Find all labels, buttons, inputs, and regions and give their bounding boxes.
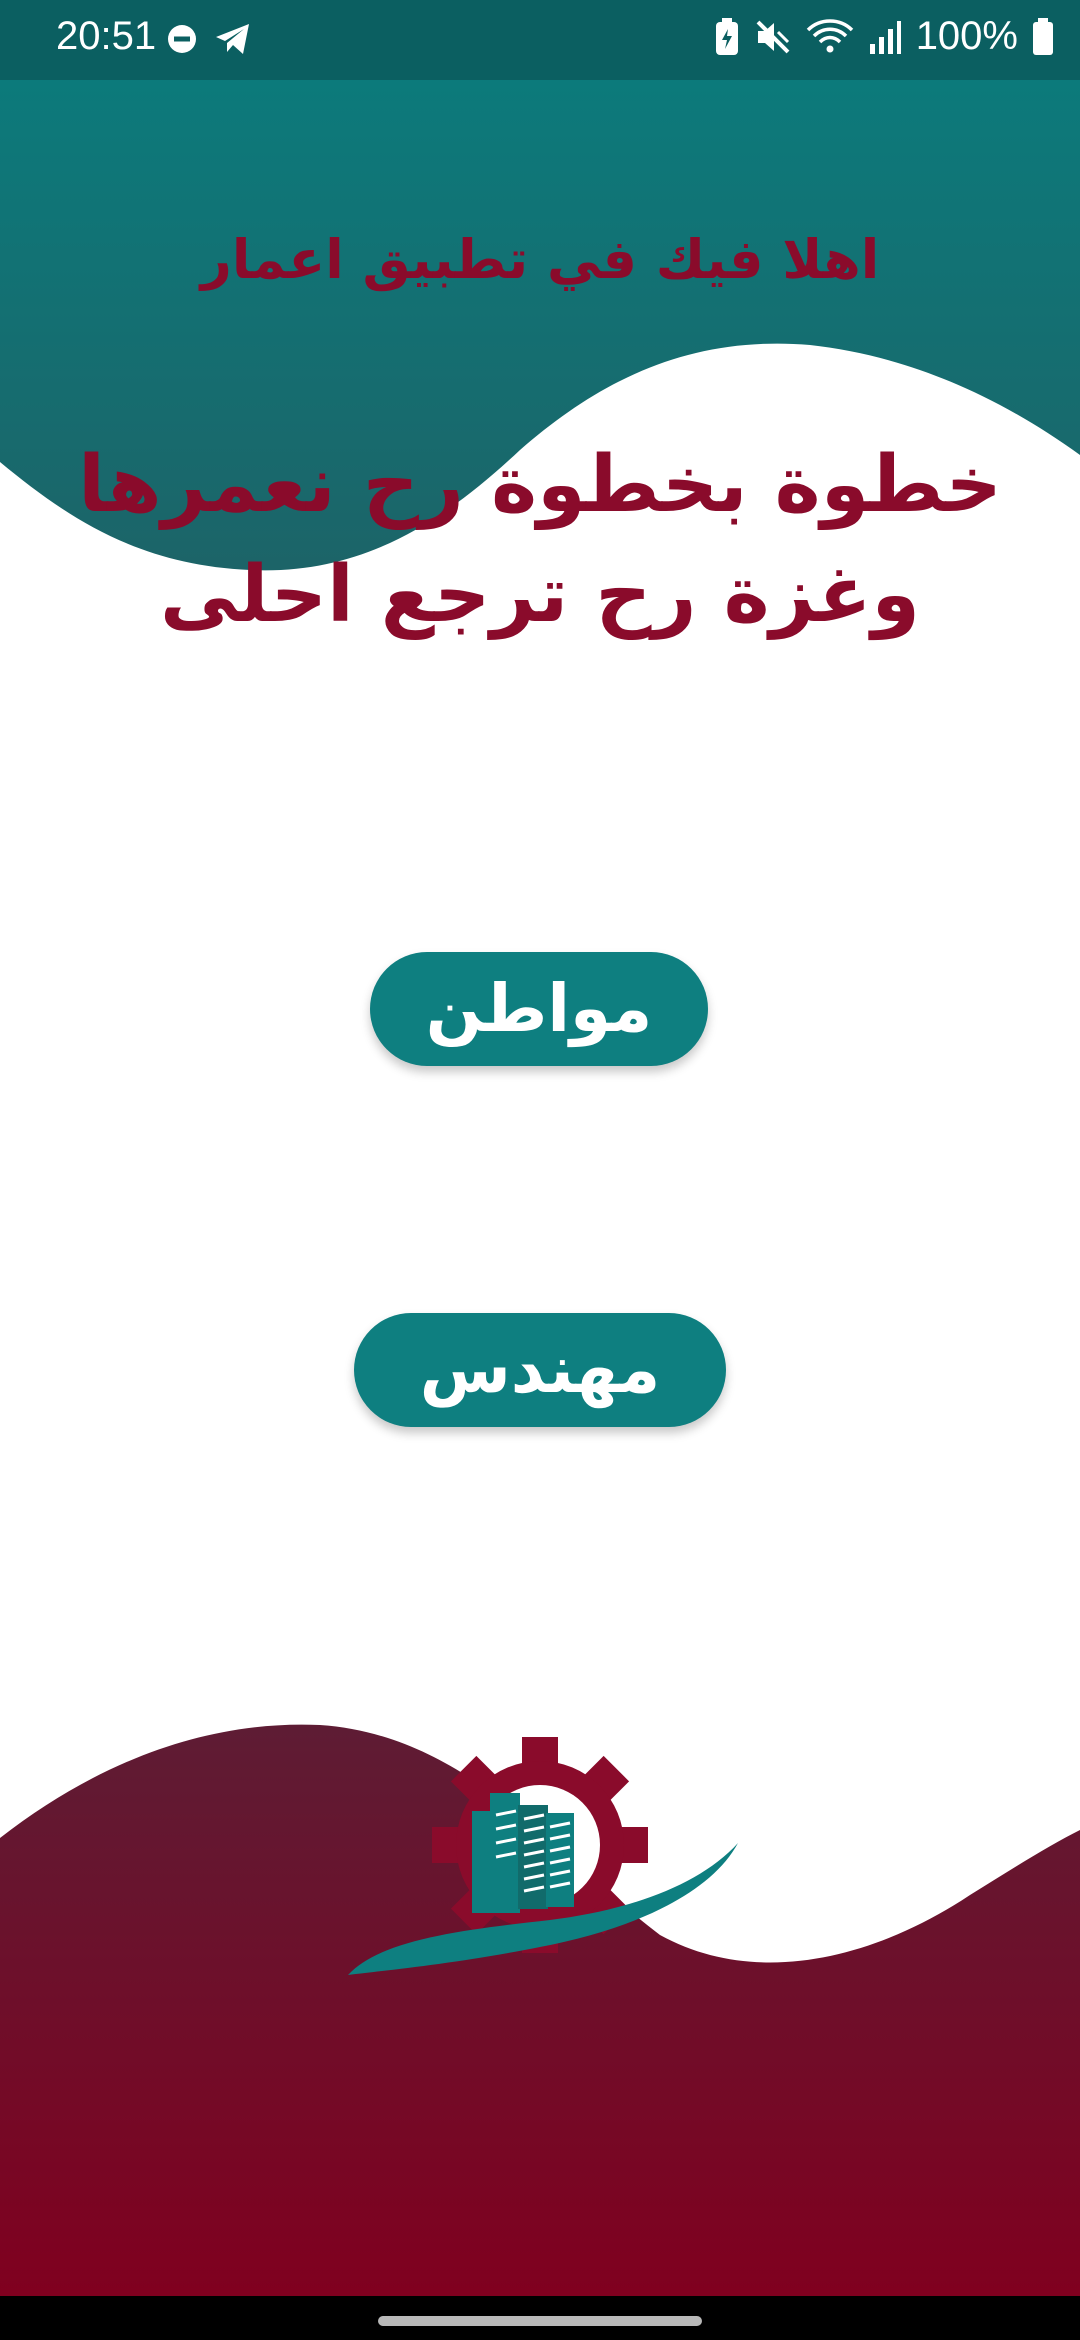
status-bar: 20:51 100% [0, 0, 1080, 80]
app-logo [348, 1737, 738, 1975]
do-not-disturb-icon [168, 25, 196, 53]
signal-icon [869, 20, 901, 54]
slogan-line-1: خطوة بخطوة رح نعمرها [78, 440, 1002, 530]
engineer-button[interactable]: مهندس [354, 1313, 726, 1427]
slogan-line-2: وغزة رح ترجع احلى [160, 550, 920, 640]
status-time: 20:51 [56, 14, 157, 58]
wifi-icon [806, 18, 853, 52]
citizen-button[interactable]: مواطن [370, 952, 708, 1066]
home-gesture-handle[interactable] [378, 2316, 702, 2326]
welcome-title: اهلا فيك في تطبيق اعمار [200, 228, 880, 291]
telegram-icon [216, 24, 249, 54]
battery-icon [1033, 17, 1053, 55]
mute-icon [756, 20, 790, 53]
app-screen: 20:51 100% اهلا فيك في تطبيق اعمار خطوة … [0, 0, 1080, 2340]
battery-percent: 100% [915, 14, 1018, 58]
slogan: خطوة بخطوة رح نعمرها وغزة رح ترجع احلى [60, 430, 1020, 650]
battery-saver-icon [715, 17, 738, 55]
background-waves [0, 80, 1080, 2296]
